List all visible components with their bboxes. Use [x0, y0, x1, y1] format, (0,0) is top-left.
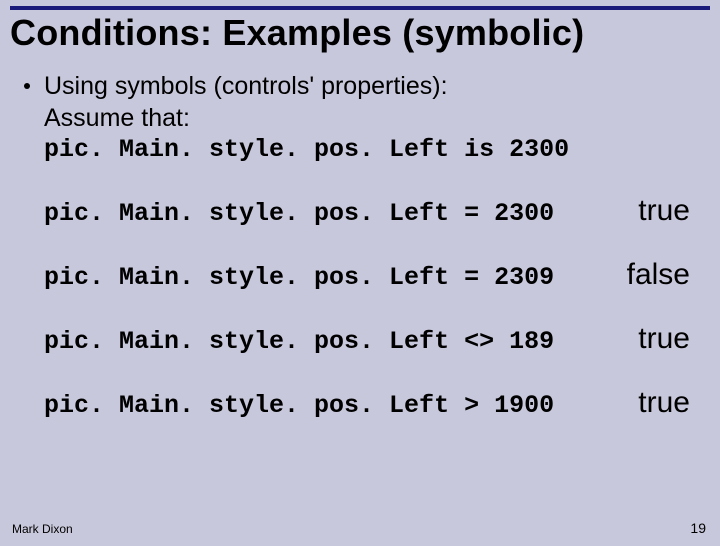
example-result: true — [638, 386, 696, 420]
example-result: true — [638, 322, 696, 356]
example-row: pic. Main. style. pos. Left > 1900 true — [44, 386, 696, 420]
example-code: pic. Main. style. pos. Left = 2300 — [44, 199, 554, 228]
slide-content: Using symbols (controls' properties): As… — [0, 64, 720, 420]
bullet-intro: Using symbols (controls' properties): — [24, 70, 696, 102]
footer-author: Mark Dixon — [12, 522, 73, 536]
example-code: pic. Main. style. pos. Left > 1900 — [44, 391, 554, 420]
examples-block: pic. Main. style. pos. Left = 2300 true … — [24, 194, 696, 420]
example-row: pic. Main. style. pos. Left = 2300 true — [44, 194, 696, 228]
intro-line1: Using symbols (controls' properties): — [44, 70, 448, 102]
example-result: false — [627, 258, 696, 292]
example-code: pic. Main. style. pos. Left <> 189 — [44, 327, 554, 356]
bullet-icon — [24, 83, 30, 89]
intro-line3: pic. Main. style. pos. Left is 2300 — [24, 134, 696, 166]
intro-line2: Assume that: — [24, 102, 696, 134]
example-code: pic. Main. style. pos. Left = 2309 — [44, 263, 554, 292]
example-row: pic. Main. style. pos. Left <> 189 true — [44, 322, 696, 356]
example-result: true — [638, 194, 696, 228]
example-row: pic. Main. style. pos. Left = 2309 false — [44, 258, 696, 292]
footer-page: 19 — [690, 520, 706, 536]
slide-title: Conditions: Examples (symbolic) — [0, 10, 720, 64]
